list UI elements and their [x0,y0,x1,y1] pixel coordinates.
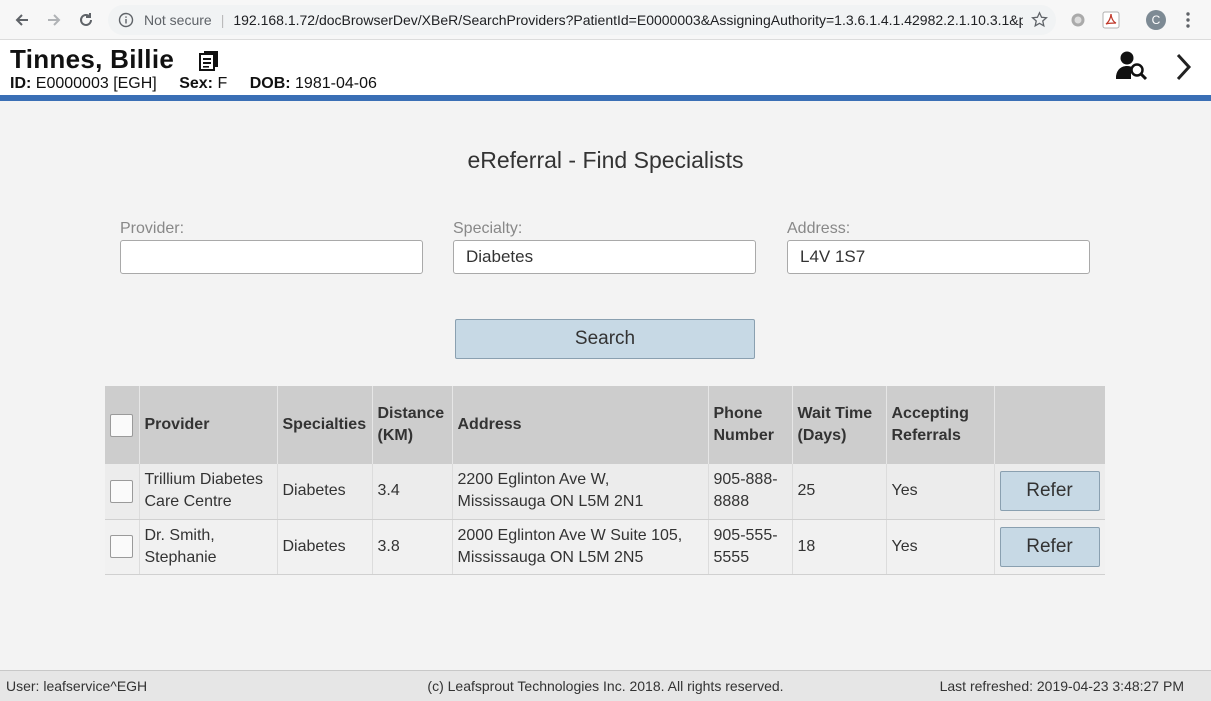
documents-icon[interactable] [197,50,223,77]
header-phone-line1: Phone [713,405,763,422]
header-wait-time[interactable]: Wait Time (Days) [792,386,887,464]
chevron-right-icon[interactable] [1172,52,1194,87]
url-text[interactable]: 192.168.1.72/docBrowserDev/XBeR/SearchPr… [233,12,1023,28]
provider-line1: Trillium Diabetes [144,471,264,489]
forward-icon[interactable] [38,4,70,36]
phone-line1: 905-888- [713,471,778,489]
phone-line2: 5555 [713,548,750,566]
star-icon[interactable] [1031,11,1048,31]
header-wait-line1: Wait Time [797,405,873,422]
address-line1: 2200 Eglinton Ave W, [457,471,610,489]
search-user-icon[interactable] [1115,50,1149,87]
address-input[interactable] [787,240,1090,274]
id-label: ID: [10,75,32,92]
security-status: Not secure [144,12,212,28]
distance-cell: 3.8 [372,519,453,575]
address-line2: Mississauga ON L5M 2N1 [457,493,644,511]
specialty-label: Specialty: [453,220,523,237]
header-phone-line2: Number [713,427,774,444]
row-select-cell [105,519,140,575]
select-all-cell [105,386,140,464]
phone-line1: 905-555- [713,526,778,544]
header-distance-line1: Distance [377,405,445,422]
provider-label: Provider: [120,220,185,237]
header-action [994,386,1105,464]
patient-id: E0000003 [EGH] [35,75,157,92]
profile-avatar[interactable]: C [1146,10,1166,30]
page-title: eReferral - Find Specialists [467,147,744,173]
patient-name: Tinnes, Billie [10,44,175,74]
header-accepting-line2: Referrals [891,427,961,444]
phone-cell: 905-555- 5555 [708,519,793,575]
row-checkbox[interactable] [110,535,133,558]
header-distance-line2: (KM) [377,427,414,444]
accepting-cell: Yes [886,464,995,520]
address-bar[interactable]: Not secure | 192.168.1.72/docBrowserDev/… [108,5,1056,35]
search-button[interactable]: Search [455,319,755,359]
table-row: Dr. Smith, Stephanie Diabetes 3.8 2000 Eg… [105,519,1105,575]
accepting-cell: Yes [886,519,995,575]
distance-cell: 3.4 [372,464,453,520]
wait-time-cell: 18 [792,519,887,575]
extension-icon[interactable] [1068,10,1088,30]
provider-input[interactable] [120,240,423,274]
provider-line2: Care Centre [144,493,232,511]
header-address[interactable]: Address [452,386,709,464]
select-all-checkbox[interactable] [110,413,133,437]
dob-label: DOB: [249,75,291,92]
menu-icon[interactable] [1180,8,1196,32]
specialty-input[interactable] [453,240,756,274]
current-user: User: leafservice^EGH [6,678,148,694]
patient-header: Tinnes, Billie ID: E0000003 [EGH] Sex: F… [0,40,1211,96]
provider-cell: Dr. Smith, Stephanie [139,519,278,575]
address-line2: Mississauga ON L5M 2N5 [457,548,644,566]
provider-cell: Trillium Diabetes Care Centre [139,464,278,520]
header-wait-line2: (Days) [797,427,847,444]
wait-time-cell: 25 [792,464,887,520]
provider-line2: Stephanie [144,548,217,566]
phone-line2: 8888 [713,493,750,511]
specialty-cell: Diabetes [277,519,373,575]
reload-icon[interactable] [70,4,102,36]
address-label: Address: [787,220,851,237]
refer-button[interactable]: Refer [999,471,1100,512]
header-distance[interactable]: Distance (KM) [372,386,453,464]
sex-label: Sex: [179,75,213,92]
header-provider[interactable]: Provider [139,386,278,464]
provider-line1: Dr. Smith, [144,526,215,544]
row-checkbox[interactable] [110,479,133,503]
row-select-cell [105,464,140,520]
accent-bar [0,95,1211,101]
info-icon[interactable] [118,12,134,28]
patient-dob: 1981-04-06 [295,75,377,92]
header-specialties[interactable]: Specialties [277,386,373,464]
header-phone[interactable]: Phone Number [708,386,793,464]
back-icon[interactable] [6,4,38,36]
pdf-icon[interactable] [1101,10,1121,30]
action-cell: Refer [994,519,1105,575]
phone-cell: 905-888- 8888 [708,464,793,520]
specialty-cell: Diabetes [277,464,373,520]
results-table: Provider Specialties Distance (KM) Addres… [105,386,1105,575]
header-accepting[interactable]: Accepting Referrals [886,386,995,464]
refer-button[interactable]: Refer [999,526,1100,567]
action-cell: Refer [994,464,1105,520]
address-line1: 2000 Eglinton Ave W Suite 105, [457,526,683,544]
last-refreshed: Last refreshed: 2019-04-23 3:48:27 PM [939,678,1184,694]
header-accepting-line1: Accepting [891,405,969,422]
omnibox-divider: | [220,12,225,28]
patient-demographics: ID: E0000003 [EGH] Sex: F DOB: 1981-04-0… [10,75,377,93]
address-cell: 2200 Eglinton Ave W, Mississauga ON L5M 2… [452,464,709,520]
table-row: Trillium Diabetes Care Centre Diabetes 3.… [105,464,1105,520]
patient-sex: F [217,75,228,92]
address-cell: 2000 Eglinton Ave W Suite 105, Mississaug… [452,519,709,575]
table-header-row: Provider Specialties Distance (KM) Addres… [105,386,1105,464]
status-footer: (c) Leafsprout Technologies Inc. 2018. A… [0,670,1211,701]
